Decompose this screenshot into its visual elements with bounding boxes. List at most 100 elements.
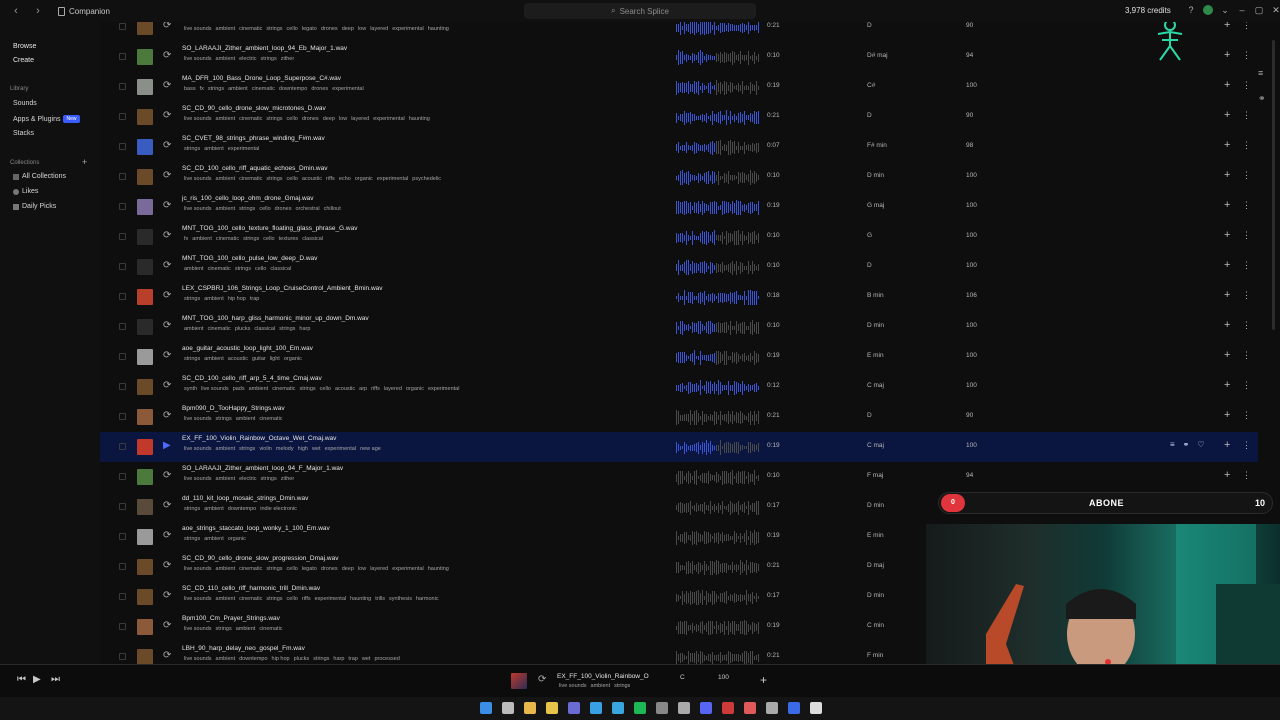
tag[interactable]: strings [243,236,259,242]
row-checkbox[interactable] [119,353,126,360]
app-icon[interactable] [656,702,668,714]
tag[interactable]: low [358,26,366,32]
tag[interactable]: cinematic [208,326,231,332]
tag[interactable]: electric [239,56,256,62]
search-input[interactable]: ⌕ Search Splice [524,3,756,19]
more-icon[interactable]: ⋮ [1242,110,1251,121]
tag[interactable]: ambient [228,86,248,92]
tag[interactable]: ambient [216,176,236,182]
row-checkbox[interactable] [119,323,126,330]
add-icon[interactable]: + [1224,289,1230,301]
pack-thumbnail[interactable] [137,169,153,185]
companion-button[interactable]: Companion [58,6,110,16]
help-icon[interactable]: ? [1186,5,1196,15]
spotify-icon[interactable] [634,702,646,714]
tag[interactable]: wet [362,656,371,662]
add-icon[interactable]: + [1224,259,1230,271]
pack-thumbnail[interactable] [137,589,153,605]
waveform[interactable] [676,22,760,35]
waveform[interactable] [676,139,760,155]
sidebar-item-browse[interactable]: Browse [13,43,36,50]
loop-icon[interactable]: ⟳ [163,260,171,272]
tag[interactable]: live sounds [201,386,229,392]
tag[interactable]: strings [208,86,224,92]
play-icon[interactable]: ▶ [163,440,171,452]
row-checkbox[interactable] [119,23,126,30]
tag[interactable]: experimental [228,146,260,152]
sample-name[interactable]: SC_CD_90_cello_drone_slow_progression_Dm… [182,555,338,562]
more-icon[interactable]: ⋮ [1242,410,1251,421]
pack-thumbnail[interactable] [137,379,153,395]
store-icon[interactable] [590,702,602,714]
tag[interactable]: live sounds [184,656,212,662]
tag[interactable]: cello [320,386,331,392]
tag[interactable]: organic [355,176,373,182]
tag[interactable]: zither [281,476,294,482]
loop-icon[interactable]: ⟳ [163,140,171,152]
tag[interactable]: drones [321,26,338,32]
row-checkbox[interactable] [119,173,126,180]
tag[interactable]: trap [250,296,259,302]
sample-name[interactable]: jc_ris_100_cello_loop_ohm_drone_Gmaj.wav [182,195,314,202]
sample-row[interactable]: ⟳ SO_LARAAJI_Zither_ambient_loop_94_Eb_Ma… [100,42,1258,72]
tag[interactable]: strings [184,146,200,152]
tag[interactable]: cello [287,596,298,602]
tag[interactable]: wet [312,446,321,452]
tag[interactable]: cinematic [208,266,231,272]
more-icon[interactable]: ⋮ [1242,200,1251,211]
tag[interactable]: strings [184,356,200,362]
loop-icon[interactable]: ⟳ [163,230,171,242]
tag[interactable]: acoustic [302,176,322,182]
sample-row[interactable]: ⟳ SO_LARAAJI_Zither_ambient_loop_94_F_Maj… [100,462,1258,492]
sample-name[interactable]: aoe_strings_staccato_loop_wonky_1_100_Em… [182,525,330,532]
sample-name[interactable]: aoe_guitar_acoustic_loop_light_100_Em.wa… [182,345,313,352]
sample-row[interactable]: ⟳ LEX_CSPBRJ_106_Strings_Loop_CruiseContr… [100,282,1258,312]
tag[interactable]: strings [266,176,282,182]
tag[interactable]: organic [228,536,246,542]
app-icon[interactable] [678,702,690,714]
tag[interactable]: cello [255,266,266,272]
add-collection-icon[interactable]: + [82,157,87,167]
add-icon[interactable]: + [1224,319,1230,331]
row-checkbox[interactable] [119,413,126,420]
sidebar-item-likes[interactable]: Likes [13,188,38,195]
tag[interactable]: ambient [216,26,236,32]
row-checkbox[interactable] [119,443,126,450]
waveform[interactable] [676,529,760,545]
sidebar-item-all-collections[interactable]: All Collections [13,173,66,180]
tag[interactable]: ambient [236,626,256,632]
more-icon[interactable]: ⋮ [1242,380,1251,391]
tag[interactable]: harmonic [416,596,439,602]
waveform[interactable] [676,49,760,65]
waveform[interactable] [676,409,760,425]
loop-icon[interactable]: ⟳ [163,170,171,182]
waveform[interactable] [676,469,760,485]
tag[interactable]: experimental [392,26,424,32]
add-icon[interactable]: + [1224,469,1230,481]
tag[interactable]: high [298,446,308,452]
loop-icon[interactable]: ⟳ [163,650,171,662]
tag[interactable]: cinematic [239,26,262,32]
add-icon[interactable]: + [1224,169,1230,181]
file-explorer-icon[interactable] [546,702,558,714]
sample-row[interactable]: ⟳ SC_CD_90_cello_drone_slow_microtones_D.… [100,102,1258,132]
tag[interactable]: ambient [204,536,224,542]
tag[interactable]: echo [339,176,351,182]
tag[interactable]: cinematic [239,596,262,602]
sample-row[interactable]: ⟳ SC_CVET_98_strings_phrase_winding_F#m.w… [100,132,1258,162]
queue-icon[interactable]: ≡ [1258,68,1263,78]
tag[interactable]: live sounds [184,116,212,122]
tag[interactable]: live sounds [184,416,212,422]
loop-icon[interactable]: ⟳ [163,320,171,332]
tag[interactable]: drones [311,86,328,92]
tag[interactable]: low [358,566,366,572]
tag[interactable]: arp [359,386,367,392]
add-icon[interactable]: + [1224,409,1230,421]
tag[interactable]: classical [270,266,291,272]
forward-arrow-icon[interactable]: › [32,5,44,17]
tag[interactable]: drones [302,116,319,122]
sample-row[interactable]: ⟳ jc_ris_100_cello_loop_ohm_drone_Gmaj.wa… [100,192,1258,222]
tag[interactable]: cinematic [252,86,275,92]
sample-name[interactable]: SC_CVET_98_strings_phrase_winding_F#m.wa… [182,135,325,142]
row-checkbox[interactable] [119,83,126,90]
